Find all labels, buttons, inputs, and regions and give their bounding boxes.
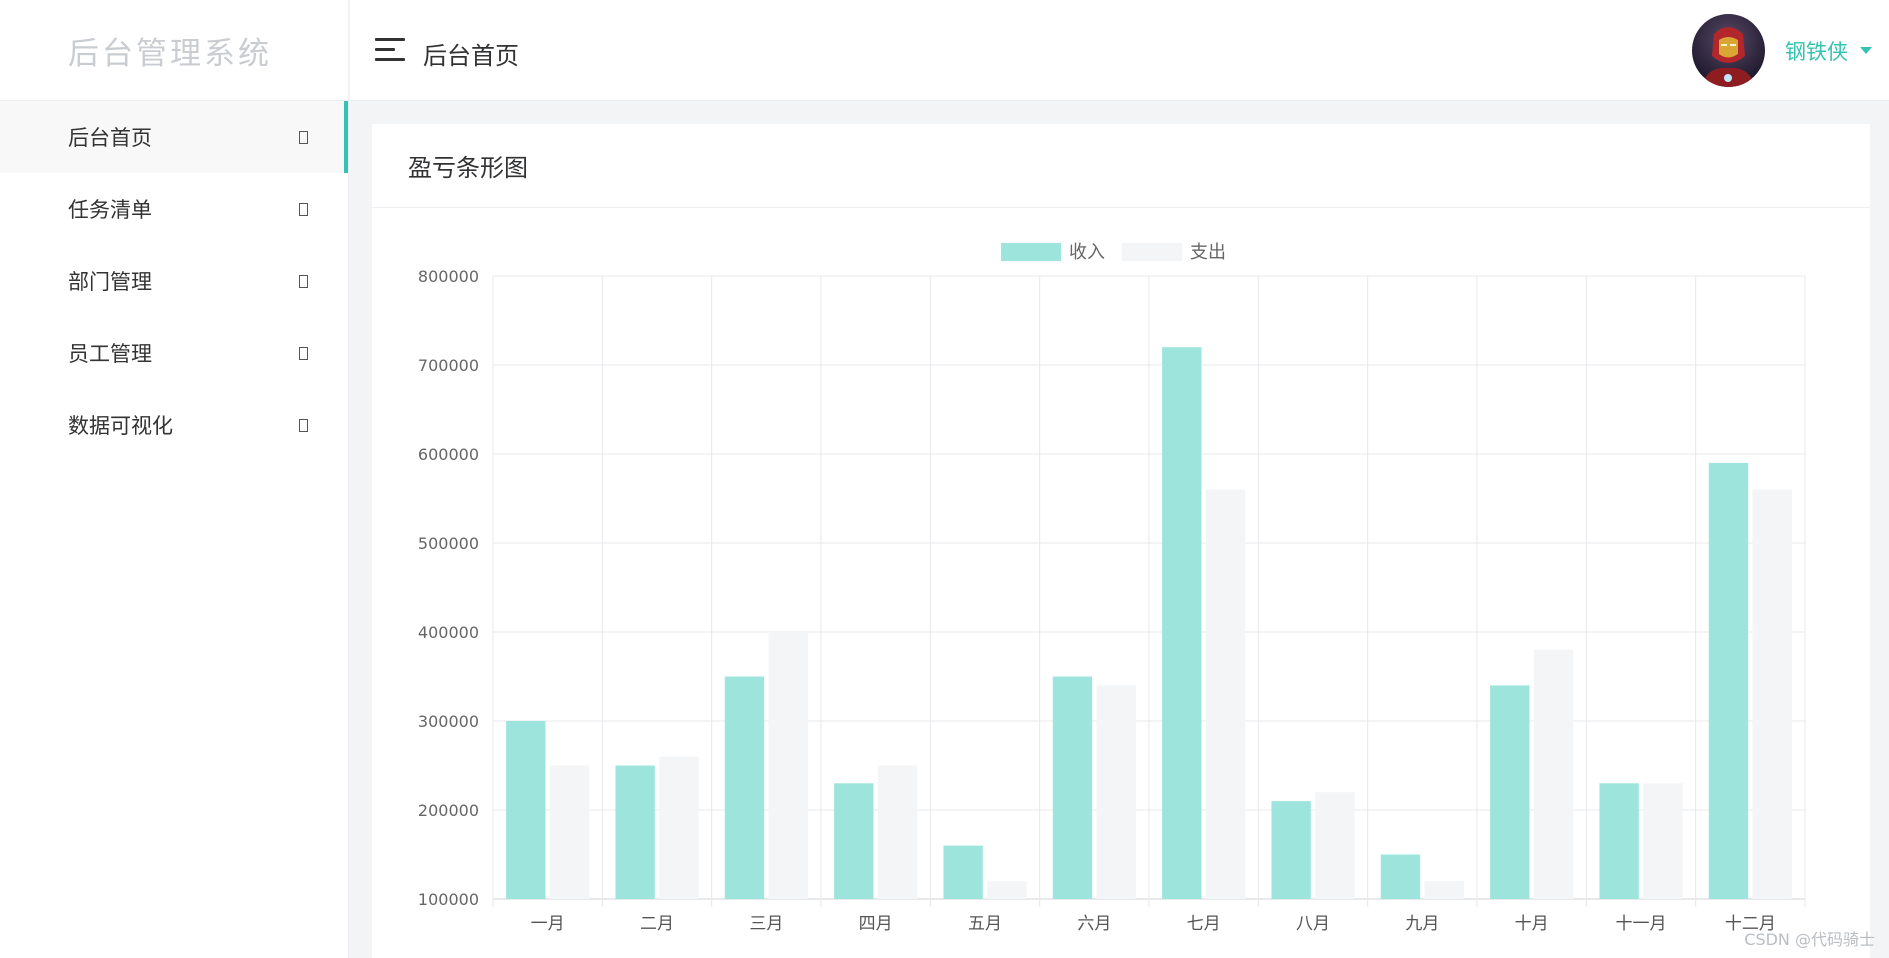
square-icon — [299, 346, 308, 360]
sidebar-item-label: 后台首页 — [68, 126, 152, 150]
legend-label: 收入 — [1069, 242, 1105, 263]
square-icon — [299, 202, 308, 216]
x-tick-label: 七月 — [1187, 914, 1221, 934]
avatar-ironman-icon — [1692, 14, 1765, 87]
y-tick-label: 100000 — [418, 890, 479, 909]
sidebar-item-tasks[interactable]: 任务清单 — [0, 173, 348, 245]
expense-bar — [1424, 881, 1464, 899]
top-header: 后台首页 钢铁侠 — [350, 0, 1889, 101]
income-bar — [615, 765, 655, 899]
bar-chart: 100000 200000 300000 400000 500000 600000 7000… — [418, 242, 1806, 934]
x-tick-label: 一月 — [531, 914, 565, 934]
expense-bar — [549, 765, 590, 899]
sidebar-menu: 后台首页 任务清单 部门管理 员工管理 数据可视化 — [0, 101, 348, 461]
expense-bar — [1643, 783, 1683, 899]
expense-bar — [877, 765, 918, 899]
x-tick-label: 九月 — [1405, 914, 1439, 934]
sidebar: 后台管理系统 后台首页 任务清单 部门管理 员工管理 数据可视化 — [0, 0, 349, 958]
income-bar — [1162, 347, 1202, 899]
x-tick-label: 五月 — [968, 914, 1002, 934]
sidebar-item-label: 员工管理 — [68, 342, 152, 366]
page-title: 后台首页 — [423, 42, 519, 70]
chevron-down-icon[interactable] — [1860, 47, 1872, 54]
income-bar — [1052, 676, 1093, 899]
x-tick-label: 四月 — [859, 914, 893, 934]
sidebar-item-employees[interactable]: 员工管理 — [0, 317, 348, 389]
sidebar-item-label: 部门管理 — [68, 270, 152, 294]
expense-bar — [1096, 685, 1136, 899]
expense-bar — [1315, 792, 1355, 899]
sidebar-item-label: 任务清单 — [68, 198, 152, 222]
income-bar — [1599, 783, 1639, 899]
sidebar-item-label: 数据可视化 — [68, 414, 173, 438]
x-tick-label: 六月 — [1077, 914, 1111, 934]
avatar[interactable] — [1692, 14, 1765, 87]
square-icon — [299, 418, 308, 432]
income-bar — [1271, 801, 1311, 899]
app-logo: 后台管理系统 — [0, 0, 348, 101]
expense-bar — [987, 881, 1027, 899]
income-bar — [724, 676, 765, 899]
income-bar — [1490, 685, 1530, 899]
legend-label: 支出 — [1190, 242, 1226, 263]
square-icon — [299, 130, 308, 144]
y-tick-label: 800000 — [418, 267, 479, 286]
x-tick-label: 三月 — [749, 914, 783, 934]
y-tick-label: 500000 — [418, 534, 479, 553]
expense-bar — [1205, 489, 1246, 899]
income-bar — [1708, 462, 1749, 899]
y-tick-label: 700000 — [418, 356, 479, 375]
expense-bar — [659, 756, 699, 899]
expense-bar — [1533, 649, 1574, 899]
square-icon — [299, 274, 308, 288]
sidebar-item-data-visualization[interactable]: 数据可视化 — [0, 389, 348, 461]
sidebar-item-home[interactable]: 后台首页 — [0, 101, 348, 173]
x-tick-label: 十一月 — [1616, 914, 1667, 934]
legend-swatch — [1122, 243, 1182, 261]
menu-toggle-icon[interactable] — [375, 38, 405, 62]
y-tick-label: 300000 — [418, 712, 479, 731]
sidebar-item-departments[interactable]: 部门管理 — [0, 245, 348, 317]
income-bar — [506, 721, 546, 899]
expense-bar — [768, 632, 808, 899]
x-tick-label: 八月 — [1296, 914, 1330, 934]
app-root: 后台管理系统 后台首页 任务清单 部门管理 员工管理 数据可视化 后台首页 钢铁… — [0, 0, 1889, 958]
x-tick-label: 二月 — [640, 914, 674, 934]
y-tick-label: 600000 — [418, 445, 479, 464]
y-tick-label: 400000 — [418, 623, 479, 642]
income-bar — [1380, 854, 1421, 899]
income-bar — [834, 783, 874, 899]
x-tick-label: 十月 — [1515, 914, 1549, 934]
income-bar — [943, 845, 983, 899]
expense-bar — [1752, 489, 1792, 899]
chart-card: 盈亏条形图 100000 200000 300000 400000 500000 6000… — [372, 124, 1870, 958]
username[interactable]: 钢铁侠 — [1785, 36, 1848, 66]
y-tick-label: 200000 — [418, 801, 479, 820]
legend-swatch — [1001, 243, 1061, 261]
watermark: CSDN @代码骑士 — [1744, 930, 1875, 949]
